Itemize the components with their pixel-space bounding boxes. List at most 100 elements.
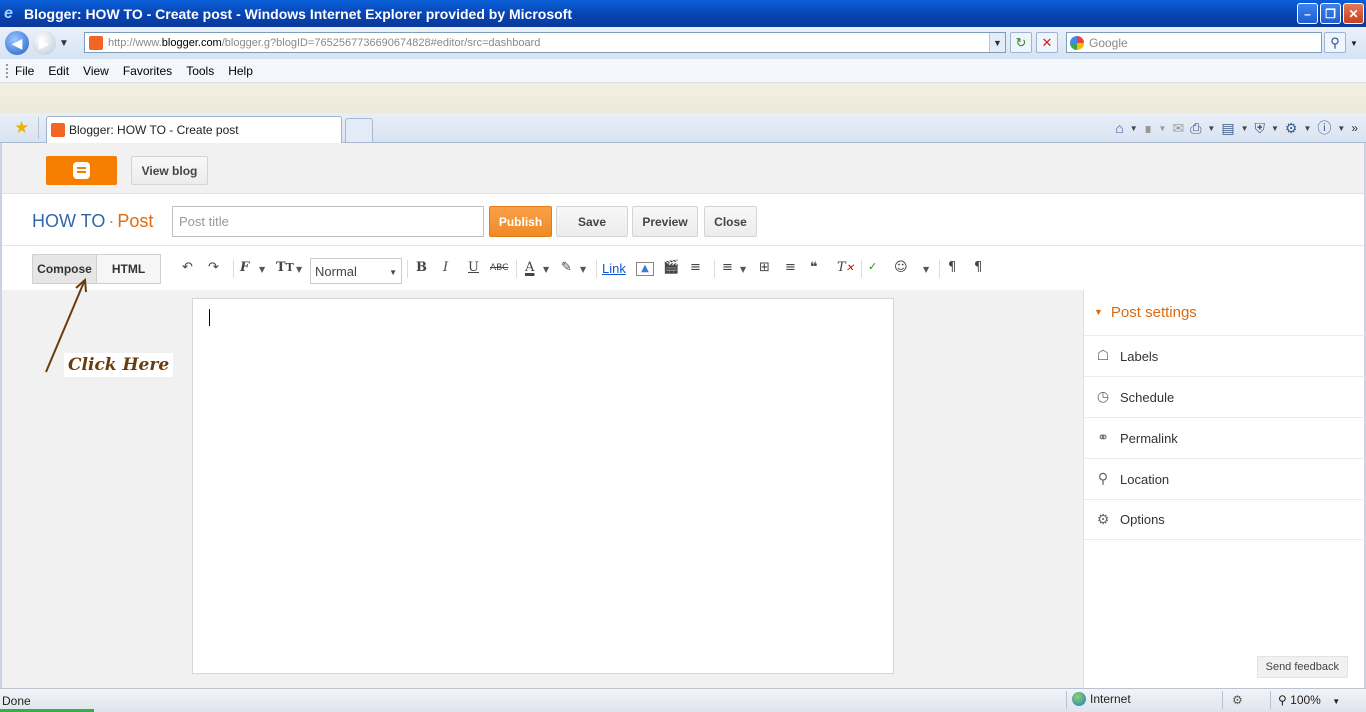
tools-dropdown-icon[interactable]: ▼ (1303, 124, 1311, 133)
favorites-star-icon[interactable]: ★ (14, 118, 29, 138)
toolbar-divider (939, 260, 940, 278)
text-color-dropdown-icon[interactable]: ▼ (543, 265, 549, 274)
align-dropdown-icon[interactable]: ▼ (740, 265, 746, 274)
send-feedback-button[interactable]: Send feedback (1256, 656, 1348, 678)
save-button[interactable]: Save (556, 206, 628, 237)
print-icon[interactable]: ⎙ (1190, 120, 1201, 137)
refresh-button[interactable]: ↻ (1010, 32, 1032, 53)
print-dropdown-icon[interactable]: ▼ (1207, 124, 1215, 133)
settings-options[interactable]: ⚙ Options (1084, 499, 1365, 540)
link-button[interactable]: Link (602, 261, 626, 276)
post-title-input[interactable]: Post title (172, 206, 484, 237)
font-size-icon[interactable]: TT (276, 260, 294, 275)
menu-edit[interactable]: Edit (48, 64, 69, 78)
zoom-control[interactable]: ⚲ 100% ▼ (1278, 693, 1340, 707)
insert-image-icon[interactable]: ▲ (636, 262, 654, 276)
font-size-dropdown-icon[interactable]: ▼ (296, 265, 302, 274)
special-dropdown-icon[interactable]: ▼ (923, 265, 929, 274)
help-icon[interactable]: ⓘ (1317, 118, 1331, 138)
stop-button[interactable]: ✕ (1036, 32, 1058, 53)
font-family-icon[interactable]: F (240, 260, 249, 275)
insert-video-icon[interactable]: 🎬 (663, 260, 679, 275)
help-dropdown-icon[interactable]: ▼ (1337, 124, 1345, 133)
menu-help[interactable]: Help (228, 64, 253, 78)
post-body-editor[interactable] (192, 298, 894, 674)
page-icon[interactable]: ▤ (1221, 120, 1234, 137)
window-title-bar[interactable]: e Blogger: HOW TO - Create post - Window… (0, 0, 1366, 27)
breadcrumb: HOW TO · Post (32, 211, 153, 232)
tab-favicon-icon (51, 123, 65, 137)
numbered-list-icon[interactable]: ⊞ (759, 260, 770, 275)
text-color-icon[interactable]: A (525, 260, 534, 275)
spell-check-icon[interactable]: ✓ (868, 260, 877, 273)
tag-icon: ☖ (1096, 348, 1110, 364)
chevron-more-icon[interactable]: » (1351, 121, 1358, 135)
menu-tools[interactable]: Tools (186, 64, 214, 78)
back-button[interactable]: ◀ (5, 31, 29, 55)
insert-special-icon[interactable]: ☺ (894, 260, 908, 275)
minimize-button[interactable]: – (1297, 3, 1318, 24)
preview-button[interactable]: Preview (632, 206, 698, 237)
format-select[interactable]: Normal ▼ (310, 258, 402, 284)
history-dropdown-icon[interactable]: ▼ (59, 38, 69, 49)
post-settings-heading[interactable]: ▼ Post settings (1094, 304, 1197, 321)
highlight-color-icon[interactable]: ✎ (561, 260, 572, 275)
bulleted-list-icon[interactable]: ≡ (785, 260, 796, 275)
align-icon[interactable]: ≡ (722, 260, 733, 275)
underline-icon[interactable]: U (468, 260, 479, 275)
close-window-button[interactable]: ✕ (1343, 3, 1364, 24)
blogger-b-icon (73, 162, 90, 179)
tools-gear-icon[interactable]: ⚙ (1285, 120, 1298, 137)
bold-icon[interactable]: B (416, 260, 427, 275)
tab-blogger-create-post[interactable]: Blogger: HOW TO - Create post (46, 116, 342, 143)
remove-formatting-icon[interactable]: T✕ (837, 260, 854, 275)
safety-dropdown-icon[interactable]: ▼ (1271, 124, 1279, 133)
undo-icon[interactable]: ↶ (182, 260, 193, 275)
blogger-logo-button[interactable] (46, 156, 117, 185)
blockquote-icon[interactable]: ❝ (810, 260, 818, 275)
zoom-dropdown-icon: ▼ (1332, 697, 1341, 706)
tab-html[interactable]: HTML (97, 255, 160, 283)
ltr-direction-icon[interactable]: ¶ (948, 260, 956, 275)
page-dropdown-icon[interactable]: ▼ (1241, 124, 1249, 133)
new-tab-button[interactable] (345, 118, 373, 142)
publish-button[interactable]: Publish (489, 206, 552, 237)
address-bar[interactable]: http://www. blogger.com/blogger.g?blogID=… (84, 32, 1006, 53)
address-dropdown-icon[interactable]: ▼ (989, 33, 1005, 52)
italic-icon[interactable]: I (443, 260, 448, 275)
menu-favorites[interactable]: Favorites (123, 64, 172, 78)
search-box[interactable]: Google (1066, 32, 1322, 53)
protected-mode-icon[interactable]: ⚙ (1232, 693, 1243, 707)
settings-location[interactable]: ⚲ Location (1084, 458, 1365, 499)
settings-permalink[interactable]: ⚭ Permalink (1084, 417, 1365, 458)
settings-permalink-label: Permalink (1120, 430, 1178, 446)
strikethrough-icon[interactable]: ABC (490, 263, 508, 273)
status-divider (1066, 691, 1067, 709)
feeds-dropdown-icon[interactable]: ▼ (1159, 124, 1167, 133)
settings-schedule[interactable]: ◷ Schedule (1084, 376, 1365, 417)
security-zone[interactable]: Internet (1072, 692, 1131, 706)
settings-options-label: Options (1120, 512, 1165, 527)
safety-icon[interactable]: ⛨ (1254, 120, 1265, 137)
menu-view[interactable]: View (83, 64, 109, 78)
search-button[interactable]: ⚲ (1324, 32, 1346, 53)
home-icon[interactable]: ⌂ (1115, 120, 1123, 136)
insert-jump-break-icon[interactable]: ≡ (690, 260, 701, 275)
home-dropdown-icon[interactable]: ▼ (1130, 124, 1138, 133)
feeds-icon[interactable]: ∎ (1144, 120, 1153, 137)
settings-labels[interactable]: ☖ Labels (1084, 335, 1365, 376)
mail-icon[interactable]: ✉ (1172, 120, 1184, 137)
redo-icon[interactable]: ↷ (208, 260, 219, 275)
forward-button[interactable]: ▶ (32, 31, 56, 55)
search-placeholder: Google (1089, 35, 1128, 50)
close-button[interactable]: Close (704, 206, 757, 237)
blog-name-link[interactable]: HOW TO (32, 211, 105, 231)
rtl-direction-icon[interactable]: ¶ (974, 260, 982, 275)
search-options-icon[interactable]: ▼ (1350, 39, 1358, 48)
menu-file[interactable]: File (15, 64, 34, 78)
view-blog-button[interactable]: View blog (131, 156, 208, 185)
maximize-button[interactable]: ❐ (1320, 3, 1341, 24)
post-settings-panel: ▼ Post settings ☖ Labels ◷ Schedule ⚭ Permal… (1083, 290, 1365, 688)
font-family-dropdown-icon[interactable]: ▼ (259, 265, 265, 274)
highlight-dropdown-icon[interactable]: ▼ (580, 265, 586, 274)
